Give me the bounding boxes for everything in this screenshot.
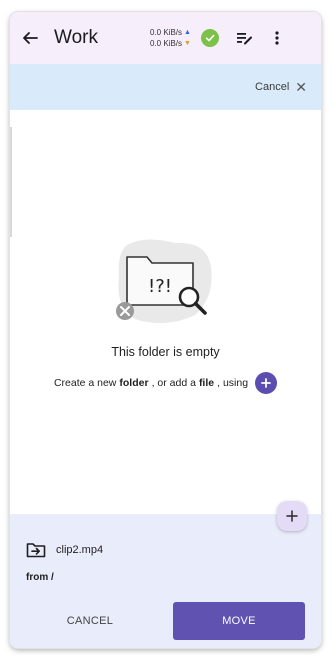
subtitle-suffix: , using [217, 377, 249, 389]
download-arrow-icon: ▼ [184, 40, 191, 47]
more-vert-icon [275, 31, 279, 45]
check-icon [205, 34, 215, 42]
top-app-bar: Work 0.0 KiB/s ▲ 0.0 KiB/s ▼ [10, 12, 321, 64]
subtitle-folder: folder [119, 377, 149, 389]
empty-folder-illustration: !?! [115, 237, 215, 332]
page-title: Work [54, 27, 98, 48]
subtitle-prefix: Create a new [53, 377, 117, 389]
add-inline-button [255, 372, 278, 394]
move-button[interactable]: MOVE [173, 602, 305, 640]
selection-banner: Cancel ✕ [10, 64, 321, 110]
subtitle-file: file [198, 377, 215, 389]
transfer-speeds: 0.0 KiB/s ▲ 0.0 KiB/s ▼ [150, 27, 191, 49]
from-path: from / [26, 572, 54, 583]
upload-speed: 0.0 KiB/s [150, 28, 183, 37]
scroll-indicator [10, 127, 12, 237]
close-icon[interactable]: ✕ [295, 79, 307, 96]
empty-title: This folder is empty [111, 345, 220, 359]
add-fab-button[interactable] [277, 501, 307, 531]
cancel-button[interactable]: CANCEL [10, 602, 170, 640]
file-name: clip2.mp4 [56, 544, 104, 556]
move-file-icon [26, 543, 46, 558]
empty-folder-icon: !?! [116, 239, 212, 324]
app-screen: Work 0.0 KiB/s ▲ 0.0 KiB/s ▼ Cancel ✕ !?… [10, 12, 321, 648]
back-button[interactable] [12, 12, 48, 64]
banner-cancel-link[interactable]: Cancel [255, 81, 289, 93]
plus-icon [286, 510, 298, 522]
move-file-row: clip2.mp4 [26, 542, 103, 558]
upload-arrow-icon: ▲ [184, 29, 191, 36]
status-check-button[interactable] [200, 29, 219, 47]
subtitle-middle: , or add a [151, 377, 196, 389]
illustration-text: !?! [148, 276, 172, 297]
download-speed: 0.0 KiB/s [150, 39, 183, 48]
edit-list-button[interactable] [229, 12, 261, 64]
empty-subtitle: Create a new folder, or add a file, usin… [10, 372, 321, 394]
plus-icon [261, 378, 271, 388]
playlist-edit-icon [236, 33, 252, 45]
back-arrow-icon [23, 32, 38, 44]
more-options-button[interactable] [261, 12, 293, 64]
